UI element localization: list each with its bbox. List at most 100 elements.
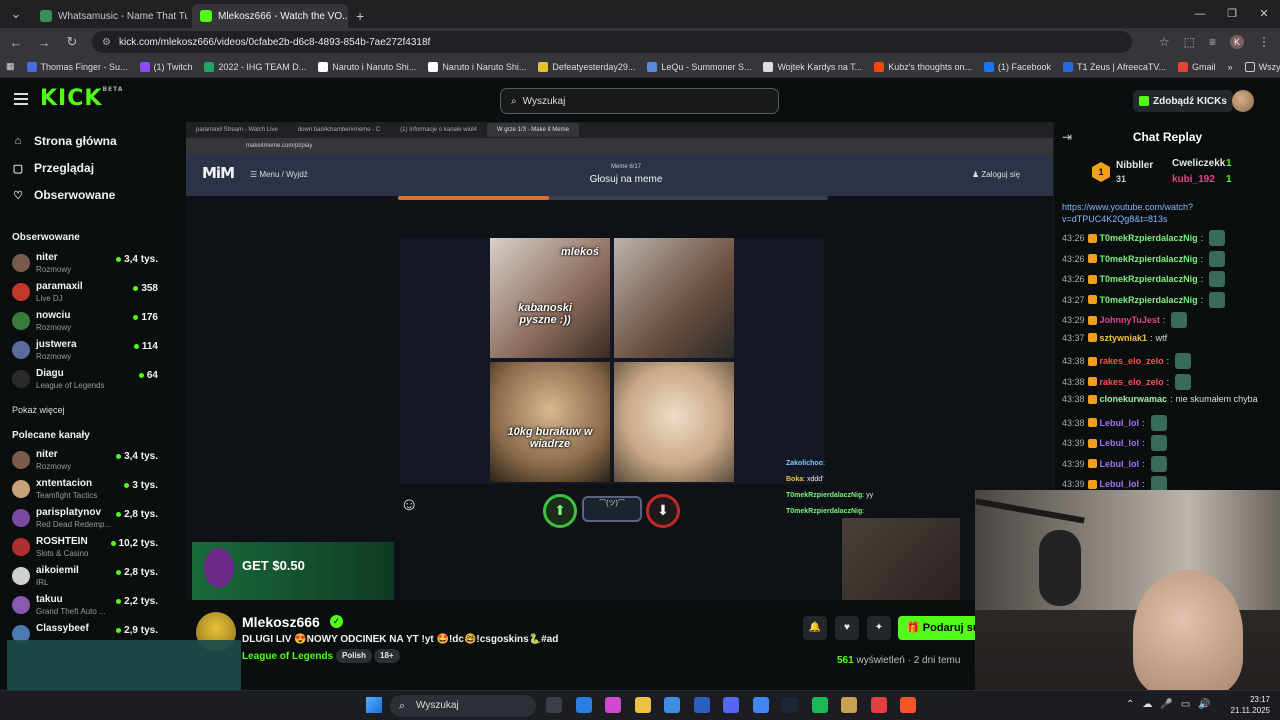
nav-following[interactable]: ♡ Obserwowane bbox=[12, 188, 115, 202]
extensions-icon[interactable]: ⬚ bbox=[1184, 35, 1195, 49]
bookmark-item[interactable]: 2022 - IHG TEAM D... bbox=[198, 61, 312, 72]
sidebar-channel-nowciu[interactable]: nowciu Rozmowy 176 bbox=[12, 308, 182, 336]
emoji-reaction-icon[interactable]: ☺ bbox=[400, 494, 418, 515]
profile-avatar[interactable]: K bbox=[1230, 35, 1244, 49]
media-controls-icon[interactable]: ≡ bbox=[1209, 35, 1216, 49]
apps-grid-icon[interactable]: ▦ bbox=[0, 61, 21, 72]
tab-list-chevron-icon[interactable]: ⌄ bbox=[4, 6, 28, 22]
sidebar-channel-diagu[interactable]: Diagu League of Legends 64 bbox=[12, 366, 182, 394]
taskbar-app-icon[interactable] bbox=[634, 697, 651, 713]
tag-polish[interactable]: Polish bbox=[336, 649, 373, 663]
chat-username[interactable]: JohnnyTuJest bbox=[1100, 315, 1160, 325]
sidebar-channel-xntentacion[interactable]: xntentacion Teamfight Tactics 3 tys. bbox=[12, 476, 182, 504]
heart-icon[interactable]: ♥ bbox=[835, 616, 859, 640]
url-bar[interactable]: ⚙ kick.com/mlekosz666/videos/0cfabe2b-d6… bbox=[92, 31, 1132, 53]
new-tab-button[interactable]: + bbox=[348, 4, 372, 28]
sidebar-channel-parisplatynov[interactable]: parisplatynov Red Dead Redemp... 2,8 tys… bbox=[12, 505, 182, 533]
reload-icon[interactable]: ↻ bbox=[60, 34, 84, 50]
clock[interactable]: 23:17 21.11.2025 bbox=[1220, 694, 1270, 716]
bookmark-item[interactable]: Naruto i Naruto Shi... bbox=[422, 61, 532, 72]
nav-home[interactable]: ⌂ Strona główna bbox=[12, 134, 117, 148]
taskbar-app-icon[interactable] bbox=[575, 697, 592, 713]
search-input[interactable]: ⌕ Wyszukaj bbox=[500, 88, 779, 114]
bookmark-item[interactable]: (1) Facebook bbox=[978, 61, 1057, 72]
video-player[interactable]: paramaxil Stream - Watch Live down bad4c… bbox=[186, 122, 1053, 600]
bookmark-item[interactable]: Kubz's thoughts on... bbox=[868, 61, 978, 72]
bookmark-item[interactable]: (1) Twitch bbox=[134, 61, 199, 72]
stream-category-link[interactable]: League of Legends bbox=[242, 651, 333, 662]
taskbar-app-icon[interactable] bbox=[752, 697, 769, 713]
restore-icon[interactable]: ❐ bbox=[1216, 0, 1248, 28]
sidebar-channel-takuu[interactable]: takuu Grand Theft Auto ... 2,2 tys. bbox=[12, 592, 182, 620]
nav-browse[interactable]: ▢ Przeglądaj bbox=[12, 161, 94, 175]
sidebar-channel-roshtein[interactable]: ROSHTEIN Slots & Casino 10,2 tys. bbox=[12, 534, 182, 562]
taskbar-app-icon[interactable] bbox=[811, 697, 828, 713]
chat-username[interactable]: rakes_elo_zelo bbox=[1100, 377, 1164, 387]
browser-tab-whatsamusic[interactable]: Whatsamusic - Name That Tu... ✕ bbox=[32, 4, 188, 28]
taskbar-app-icon[interactable] bbox=[841, 697, 857, 713]
vote-down-button[interactable]: ⬇ bbox=[646, 494, 680, 528]
system-tray[interactable]: ⌃☁🎤▭🔊 bbox=[1126, 699, 1219, 710]
bookmark-item[interactable]: LeQu - Summoner S... bbox=[641, 61, 757, 72]
bookmark-item[interactable]: Wojtek Kardys na T... bbox=[757, 61, 868, 72]
browser-menu-icon[interactable]: ⋮ bbox=[1258, 35, 1270, 49]
gifter-name[interactable]: kubi_192 bbox=[1172, 174, 1215, 185]
chat-link-line[interactable]: https://www.youtube.com/watch? bbox=[1062, 202, 1193, 212]
kick-logo[interactable]: KICKBETA bbox=[40, 86, 123, 111]
chat-username[interactable]: T0mekRzpierdalaczNig bbox=[1100, 254, 1198, 264]
all-bookmarks-folder[interactable]: Wszystkie zakładki bbox=[1239, 61, 1280, 72]
sidebar-channel-aikoiemil[interactable]: aikoiemil IRL 2,8 tys. bbox=[12, 563, 182, 591]
gifter-name[interactable]: Cweliczekk bbox=[1172, 158, 1225, 169]
sidebar-channel-niter[interactable]: niter Rozmowy 3,4 tys. bbox=[12, 447, 182, 475]
bookmark-item[interactable]: Naruto i Naruto Shi... bbox=[312, 61, 422, 72]
hamburger-menu-icon[interactable] bbox=[14, 93, 28, 105]
chat-username[interactable]: Lebul_lol bbox=[1100, 438, 1140, 448]
bookmark-item[interactable]: Thomas Finger - Su... bbox=[21, 61, 134, 72]
chat-username[interactable]: Lebul_lol bbox=[1100, 418, 1140, 428]
site-info-icon[interactable]: ⚙ bbox=[102, 37, 111, 48]
sidebar-channel-justwera[interactable]: justwera Rozmowy 114 bbox=[12, 337, 182, 365]
windows-start-icon[interactable] bbox=[366, 697, 382, 713]
bookmark-star-icon[interactable]: ☆ bbox=[1159, 35, 1170, 49]
taskbar-app-icon[interactable] bbox=[782, 697, 798, 713]
taskbar-app-icon[interactable] bbox=[546, 697, 562, 713]
back-icon[interactable]: ← bbox=[4, 35, 28, 50]
taskbar-app-icon[interactable] bbox=[664, 697, 680, 713]
show-more-link[interactable]: Pokaż więcej bbox=[12, 405, 65, 415]
minimize-icon[interactable]: — bbox=[1184, 0, 1216, 28]
vote-neutral-button[interactable]: ⌒(ツ)⌒ bbox=[582, 496, 642, 522]
bookmark-item[interactable]: Gmail bbox=[1172, 61, 1222, 72]
sidebar-channel-paramaxil[interactable]: paramaxil Live DJ 358 bbox=[12, 279, 182, 307]
taskbar-app-icon[interactable] bbox=[693, 697, 710, 713]
channel-name[interactable]: Mlekosz666 bbox=[242, 614, 320, 630]
chat-username[interactable]: T0mekRzpierdalaczNig bbox=[1100, 274, 1198, 284]
sparkle-icon[interactable]: ✦ bbox=[867, 616, 891, 640]
vote-up-button[interactable]: ⬆ bbox=[543, 494, 577, 528]
chat-username[interactable]: rakes_elo_zelo bbox=[1100, 356, 1164, 366]
chat-username[interactable]: clonekurwamac bbox=[1100, 394, 1168, 404]
chat-username[interactable]: Lebul_lol bbox=[1100, 479, 1140, 489]
gifter-name[interactable]: Nibbller bbox=[1116, 160, 1153, 171]
sidebar-channel-niter[interactable]: niter Rozmowy 3,4 tys. bbox=[12, 250, 182, 278]
taskbar-app-icon[interactable] bbox=[870, 697, 887, 713]
chat-link-line[interactable]: v=dTPUC4K2Qg8&t=813s bbox=[1062, 214, 1168, 224]
bookmark-item[interactable]: T1 Zeus | AfreecaTV... bbox=[1057, 61, 1172, 72]
chat-username[interactable]: Lebul_lol bbox=[1100, 459, 1140, 469]
bookmark-item[interactable]: Defeatyesterday29... bbox=[532, 61, 641, 72]
tag-18plus[interactable]: 18+ bbox=[374, 649, 400, 663]
browser-tab-kick[interactable]: Mlekosz666 - Watch the VO... ✕ bbox=[192, 4, 348, 28]
close-window-icon[interactable]: ✕ bbox=[1248, 0, 1280, 28]
forward-icon[interactable]: → bbox=[32, 35, 56, 50]
chat-username[interactable]: T0mekRzpierdalaczNig bbox=[1100, 233, 1198, 243]
get-kicks-button[interactable]: Zdobądź KICKs bbox=[1133, 90, 1233, 112]
chat-username[interactable]: T0mekRzpierdalaczNig bbox=[1100, 295, 1198, 305]
user-avatar[interactable] bbox=[1232, 90, 1254, 112]
more-bookmarks-chevron-icon[interactable]: » bbox=[1222, 62, 1239, 72]
taskbar-app-icon[interactable] bbox=[723, 697, 739, 713]
chat-username[interactable]: sztywniak1 bbox=[1100, 333, 1148, 343]
taskbar-app-icon[interactable] bbox=[605, 697, 621, 713]
taskbar-search[interactable]: Wyszukaj bbox=[390, 695, 536, 717]
taskbar-app-icon[interactable] bbox=[900, 697, 916, 713]
bell-icon[interactable]: 🔔 bbox=[803, 616, 827, 640]
gift-sub-button[interactable]: 🎁 Podaruj su bbox=[898, 616, 986, 640]
